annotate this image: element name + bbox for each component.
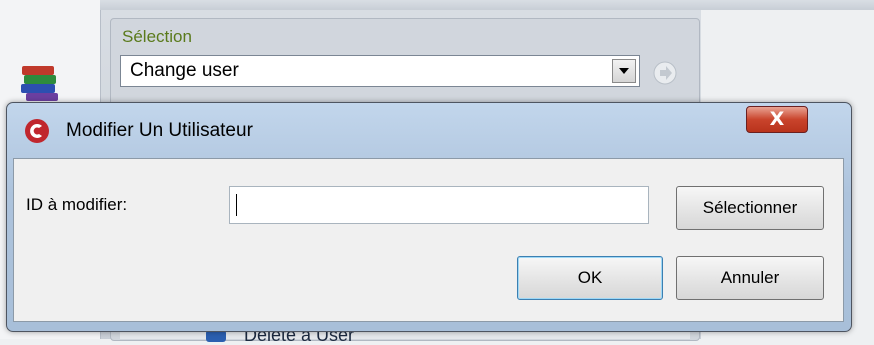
books-icon — [21, 66, 58, 101]
dialog-title: Modifier Un Utilisateur — [66, 120, 253, 141]
background-top-bar — [100, 0, 874, 10]
close-button[interactable]: X — [746, 106, 808, 133]
chevron-down-icon[interactable] — [612, 59, 636, 83]
close-icon: X — [769, 108, 785, 130]
selection-label: Sélection — [122, 27, 192, 46]
select-button[interactable]: Sélectionner — [676, 186, 824, 230]
cancel-button[interactable]: Annuler — [676, 256, 824, 300]
app-logo-icon — [25, 119, 49, 143]
id-input[interactable] — [229, 186, 649, 224]
ok-button[interactable]: OK — [517, 256, 663, 300]
selection-value[interactable]: Change user — [130, 60, 239, 82]
id-field-label: ID à modifier: — [26, 195, 128, 214]
arrow-right-icon[interactable] — [652, 60, 678, 86]
text-caret — [236, 194, 237, 216]
